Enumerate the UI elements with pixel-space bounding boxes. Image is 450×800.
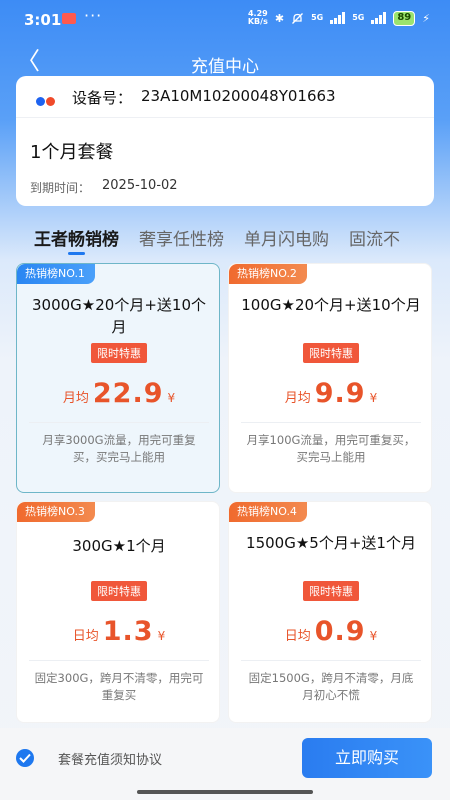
battery-level: 89 xyxy=(393,10,416,26)
rank-badge: 热销榜NO.4 xyxy=(229,502,307,522)
promo-tag: 限时特惠 xyxy=(17,580,219,601)
tab-bestseller[interactable]: 王者畅销榜 xyxy=(34,225,119,255)
signal-1-label: 5G xyxy=(311,13,324,22)
signal-1-icon xyxy=(330,12,346,24)
mail-notification-icon xyxy=(62,13,76,24)
signal-2-icon xyxy=(371,12,387,24)
price-block: 月均 22.9 ¥ xyxy=(17,378,219,409)
device-info-card: 设备号： 23A10M10200048Y01663 1个月套餐 到期时间： 20… xyxy=(16,76,434,206)
page-title: 充值中心 xyxy=(191,57,259,77)
promo-tag-label: 限时特惠 xyxy=(303,581,359,601)
tab-single-month[interactable]: 单月闪电购 xyxy=(244,225,329,255)
promo-tag-label: 限时特惠 xyxy=(91,343,147,363)
price-value: 0.9 xyxy=(314,616,366,647)
plan-title: 300G★1个月 xyxy=(72,537,166,555)
price-value: 1.3 xyxy=(102,616,154,647)
device-row: 设备号： 23A10M10200048Y01663 xyxy=(16,76,434,118)
price-block: 日均 0.9 ¥ xyxy=(229,616,431,647)
promo-tag: 限时特惠 xyxy=(229,342,431,363)
tab-luxury[interactable]: 奢享任性榜 xyxy=(139,225,224,255)
card-divider xyxy=(241,422,421,423)
buy-now-button[interactable]: 立即购买 xyxy=(302,738,432,778)
current-plan-name: 1个月套餐 xyxy=(30,142,114,163)
promo-tag: 限时特惠 xyxy=(17,342,219,363)
promo-tag-label: 限时特惠 xyxy=(303,343,359,363)
mute-bell-icon xyxy=(292,12,304,24)
network-speed: 4.29 KB/s xyxy=(248,10,268,26)
charging-icon: ⚡ xyxy=(422,11,430,25)
currency-symbol: ¥ xyxy=(167,391,176,405)
expire-date: 2025-10-02 xyxy=(102,178,178,193)
plan-card-3[interactable]: 热销榜NO.3 300G★1个月 限时特惠 日均 1.3 ¥ 固定300G，跨月不清… xyxy=(16,501,220,723)
price-block: 月均 9.9 ¥ xyxy=(229,378,431,409)
home-indicator[interactable] xyxy=(137,790,313,794)
category-tabs: 王者畅销榜 奢享任性榜 单月闪电购 固流不 xyxy=(34,225,450,255)
plan-title: 1500G★5个月+送1个月 xyxy=(246,534,416,552)
card-divider xyxy=(241,660,421,661)
price-value: 9.9 xyxy=(314,378,366,409)
plan-description: 月享3000G流量，用完可重复买，买完马上能用 xyxy=(42,433,196,464)
signal-2-label: 5G xyxy=(352,13,365,22)
currency-symbol: ¥ xyxy=(369,391,378,405)
device-id: 23A10M10200048Y01663 xyxy=(141,87,336,105)
price-unit: 日均 xyxy=(284,629,311,644)
promo-tag-label: 限时特惠 xyxy=(91,581,147,601)
status-bar: 3:01 ··· 4.29 KB/s ✱ 5G 5G 89 ⚡ xyxy=(0,0,450,40)
expire-label: 到期时间： xyxy=(30,181,91,195)
plan-card-1[interactable]: 热销榜NO.1 3000G★20个月+送10个月 限时特惠 月均 22.9 ¥ 月享… xyxy=(16,263,220,493)
plan-title: 100G★20个月+送10个月 xyxy=(241,296,421,314)
promo-tag: 限时特惠 xyxy=(229,580,431,601)
currency-symbol: ¥ xyxy=(157,629,166,643)
rank-badge: 热销榜NO.3 xyxy=(17,502,95,522)
plan-description: 固定1500G，跨月不清零，月底月初心不慌 xyxy=(248,671,414,702)
price-unit: 月均 xyxy=(62,391,89,406)
device-label: 设备号： xyxy=(72,89,133,107)
price-unit: 月均 xyxy=(284,391,311,406)
card-divider xyxy=(29,422,209,423)
agreement-link[interactable]: 套餐充值须知协议 xyxy=(58,749,162,768)
price-value: 22.9 xyxy=(92,378,164,409)
checkmark-icon xyxy=(19,753,31,763)
brand-logo-icon xyxy=(36,91,55,110)
more-notifications-icon: ··· xyxy=(84,6,103,25)
plan-title: 3000G★20个月+送10个月 xyxy=(32,296,206,336)
currency-symbol: ¥ xyxy=(369,629,378,643)
logo-dot-blue xyxy=(36,97,45,106)
card-divider xyxy=(29,660,209,661)
logo-dot-red xyxy=(46,97,55,106)
agreement-checkbox[interactable] xyxy=(16,749,34,767)
plan-description: 固定300G，跨月不清零，用完可重复买 xyxy=(34,671,204,702)
price-unit: 日均 xyxy=(72,629,99,644)
plan-card-2[interactable]: 热销榜NO.2 100G★20个月+送10个月 限时特惠 月均 9.9 ¥ 月享10… xyxy=(228,263,432,493)
network-speed-unit: KB/s xyxy=(247,17,268,26)
plan-card-4[interactable]: 热销榜NO.4 1500G★5个月+送1个月 限时特惠 日均 0.9 ¥ 固定150… xyxy=(228,501,432,723)
rank-badge: 热销榜NO.2 xyxy=(229,264,307,284)
rank-badge: 热销榜NO.1 xyxy=(17,264,95,284)
price-block: 日均 1.3 ¥ xyxy=(17,616,219,647)
tab-fixed-flow[interactable]: 固流不 xyxy=(349,225,400,255)
plan-description: 月享100G流量，用完可重复买，买完马上能用 xyxy=(246,433,416,464)
clock: 3:01 xyxy=(24,11,62,29)
bluetooth-icon: ✱ xyxy=(274,11,285,25)
